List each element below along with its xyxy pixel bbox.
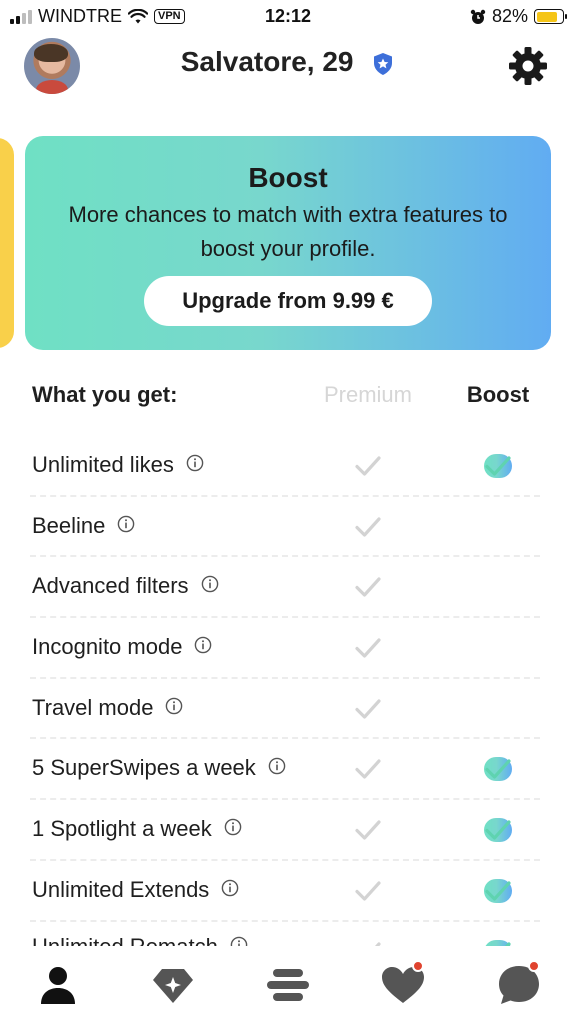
battery-percent: 82% bbox=[491, 6, 528, 26]
premium-check-icon bbox=[354, 575, 382, 599]
feature-row: 1 Spotlight a week bbox=[0, 800, 576, 861]
page-title: Salvatore, 29 bbox=[0, 46, 576, 78]
premium-check-icon bbox=[354, 636, 382, 660]
info-icon[interactable] bbox=[201, 573, 219, 599]
comparison-header: What you get: Premium Boost bbox=[0, 380, 576, 414]
upgrade-button[interactable]: Upgrade from 9.99 € bbox=[144, 276, 432, 326]
chats-notification-dot bbox=[528, 960, 540, 972]
battery-icon bbox=[534, 9, 567, 24]
info-icon[interactable] bbox=[117, 513, 135, 539]
what-you-get-heading: What you get: bbox=[32, 382, 178, 407]
feature-list: Unlimited likes Beeline Advanced filters In… bbox=[0, 436, 576, 952]
boost-title: Boost bbox=[248, 162, 328, 193]
info-icon[interactable] bbox=[224, 816, 242, 842]
premium-check-icon bbox=[354, 879, 382, 903]
profile-name-age: Salvatore, 29 bbox=[180, 46, 354, 77]
premium-check-icon bbox=[354, 757, 382, 781]
premium-check-icon bbox=[354, 454, 382, 478]
boost-check-icon bbox=[484, 454, 512, 478]
feature-label: Unlimited likes bbox=[32, 452, 204, 478]
status-right: 82% bbox=[470, 6, 567, 27]
feature-label-text: Beeline bbox=[32, 512, 106, 538]
alarm-icon bbox=[470, 9, 486, 24]
feature-label: 5 SuperSwipes a week bbox=[32, 755, 286, 781]
info-icon[interactable] bbox=[268, 755, 286, 781]
premium-check-icon bbox=[354, 697, 382, 721]
feature-row: Unlimited likes bbox=[0, 436, 576, 497]
bottom-nav bbox=[0, 946, 576, 1024]
feature-label-text: Unlimited Extends bbox=[32, 876, 210, 902]
info-icon[interactable] bbox=[221, 877, 239, 903]
column-boost[interactable]: Boost bbox=[448, 382, 548, 408]
boost-description: More chances to match with extra feature… bbox=[68, 202, 508, 261]
previous-card-peek[interactable] bbox=[0, 138, 14, 348]
column-premium[interactable]: Premium bbox=[318, 382, 418, 408]
feature-row: 5 SuperSwipes a week bbox=[0, 739, 576, 800]
feature-label-text: Unlimited likes bbox=[32, 452, 174, 477]
feature-label-text: 1 Spotlight a week bbox=[32, 816, 212, 842]
chats-tab[interactable] bbox=[496, 960, 542, 1008]
verified-shield-icon bbox=[374, 52, 393, 75]
premium-check-icon bbox=[354, 818, 382, 842]
feature-label: Travel mode bbox=[32, 695, 183, 721]
liked-you-notification-dot bbox=[412, 960, 424, 972]
info-icon[interactable] bbox=[165, 695, 183, 721]
battery-fill bbox=[536, 11, 557, 22]
boost-check-icon bbox=[484, 818, 512, 843]
feature-row: Beeline bbox=[0, 497, 576, 558]
status-bar: WINDTRE VPN 12:12 82% bbox=[0, 0, 576, 34]
feature-row: Incognito mode bbox=[0, 618, 576, 679]
feature-label-text: 5 SuperSwipes a week bbox=[32, 755, 256, 781]
boost-check-icon bbox=[484, 757, 512, 782]
feature-row: Travel mode bbox=[0, 679, 576, 740]
feature-label: Incognito mode bbox=[32, 634, 212, 660]
feature-label: Unlimited Extends bbox=[32, 877, 239, 903]
info-icon[interactable] bbox=[186, 452, 204, 478]
feature-label: Beeline bbox=[32, 513, 135, 539]
profile-icon[interactable] bbox=[35, 962, 81, 1008]
header: Salvatore, 29 bbox=[0, 34, 576, 100]
boost-check-icon bbox=[484, 878, 512, 903]
encounters-icon[interactable] bbox=[265, 962, 311, 1008]
feature-label-text: Advanced filters bbox=[32, 573, 189, 599]
liked-you-tab[interactable] bbox=[380, 960, 426, 1008]
boost-card[interactable]: Boost More chances to match with extra f… bbox=[25, 136, 551, 350]
feature-row: Unlimited Extends bbox=[0, 861, 576, 922]
feature-label-text: Travel mode bbox=[32, 694, 154, 720]
settings-gear-icon[interactable] bbox=[508, 46, 548, 86]
info-icon[interactable] bbox=[194, 634, 212, 660]
premium-diamond-icon[interactable] bbox=[150, 962, 196, 1008]
feature-row: Advanced filters bbox=[0, 557, 576, 618]
feature-label: Advanced filters bbox=[32, 573, 219, 599]
feature-label-text: Incognito mode bbox=[32, 634, 183, 660]
premium-check-icon bbox=[354, 515, 382, 539]
feature-label: 1 Spotlight a week bbox=[32, 816, 242, 842]
